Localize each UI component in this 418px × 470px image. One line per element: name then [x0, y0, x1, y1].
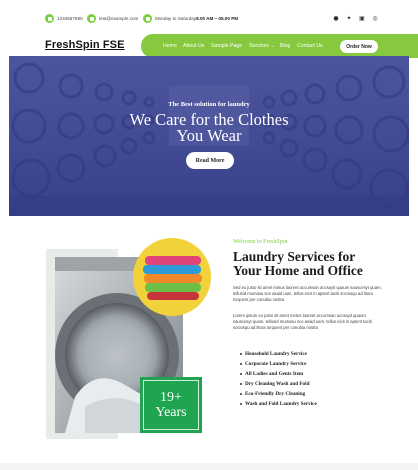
hours-contact: Monday to Saturday 8.00 AM – 05.00 PM: [143, 14, 238, 23]
phone-icon: [45, 14, 54, 23]
about-title-line-1: Laundry Services for: [233, 249, 356, 264]
twitter-icon[interactable]: ✦: [346, 16, 352, 22]
hours-time: 8.00 AM – 05.00 PM: [196, 16, 239, 21]
list-item: Household Laundry Service: [240, 349, 317, 359]
folded-towels-image: [133, 238, 211, 316]
top-bar: 1234567890 test@example.com Monday to Sa…: [0, 0, 418, 38]
list-item: Dry Cleaning Wash and Fold: [240, 379, 317, 389]
clock-icon: [143, 14, 152, 23]
about-title-line-2: Your Home and Office: [233, 263, 363, 278]
nav-about-us[interactable]: About Us: [183, 43, 204, 49]
footer-strip: [0, 463, 418, 470]
hero-title-line-2: You Wear: [176, 126, 242, 145]
hero-title: We Care for the Clothes You Wear: [9, 111, 409, 145]
email-address: test@example.com: [99, 16, 139, 21]
badge-border: [143, 380, 199, 430]
facebook-icon[interactable]: ●: [333, 16, 339, 22]
welcome-label: Welcome to FreshSpin: [233, 239, 288, 245]
hero-banner: The Best solution for laundry We Care fo…: [9, 56, 409, 216]
list-item: All Ladies and Gents Item: [240, 369, 317, 379]
nav-blog[interactable]: Blog: [280, 43, 290, 49]
about-paragraph-2: Lorem ipsum eu justo sit amet metus laor…: [233, 313, 372, 330]
nav-contact-us[interactable]: Contact Us: [297, 43, 323, 49]
email-contact[interactable]: test@example.com: [87, 14, 138, 23]
read-more-button[interactable]: Read More: [186, 152, 234, 169]
site-logo[interactable]: FreshSpin FSE: [45, 39, 125, 51]
nav-services[interactable]: Services ⌄: [249, 43, 275, 49]
email-icon: [87, 14, 96, 23]
order-now-button[interactable]: Order Now: [340, 40, 378, 53]
list-item: Wash and Fold Laundry Service: [240, 399, 317, 409]
hours-prefix: Monday to Saturday: [155, 16, 197, 21]
instagram-icon[interactable]: ◎: [372, 16, 378, 22]
about-paragraph-1: Sed eu justo sit amet metus laoreet accu…: [233, 285, 382, 302]
services-list: Household Laundry Service Corporate Laun…: [240, 349, 317, 409]
linkedin-icon[interactable]: ▣: [359, 16, 365, 22]
phone-number: 1234567890: [57, 16, 83, 21]
list-item: Corporate Laundry Service: [240, 359, 317, 369]
experience-badge: 19+ Years: [140, 377, 202, 433]
about-title: Laundry Services for Your Home and Offic…: [233, 250, 413, 278]
list-item: Eco-Friendly Dry Cleaning: [240, 389, 317, 399]
nav-sample-page[interactable]: Sample Page: [211, 43, 242, 49]
hero-subtitle: The Best solution for laundry: [168, 101, 250, 108]
nav-home[interactable]: Home: [163, 43, 177, 49]
phone-contact[interactable]: 1234567890: [45, 14, 83, 23]
